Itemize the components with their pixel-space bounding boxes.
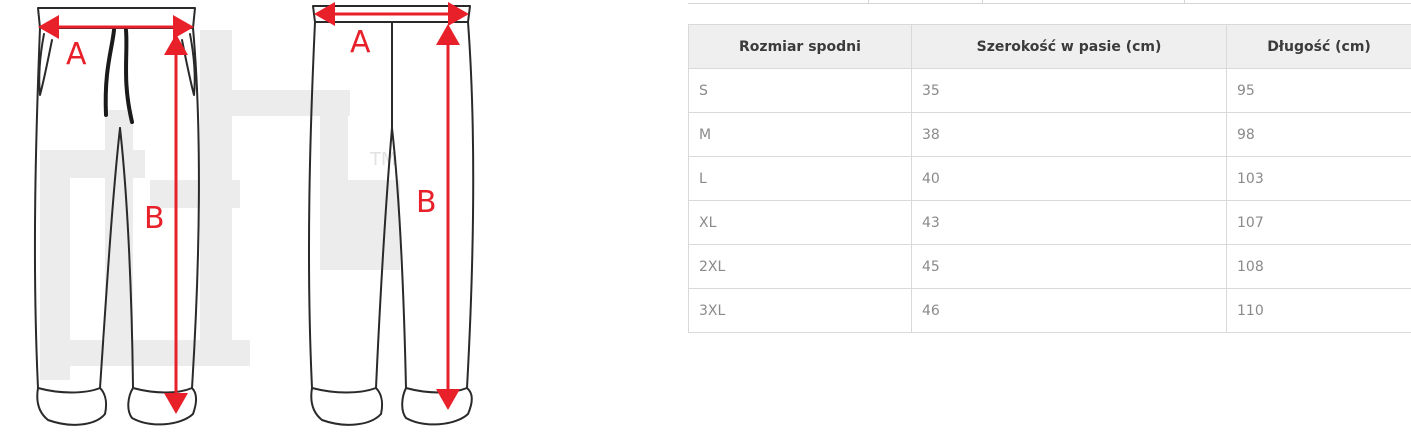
cell-size: 3XL (688, 288, 912, 333)
table-row: L 40 103 (688, 156, 1411, 201)
size-table: Rozmiar spodni Szerokość w pasie (cm) Dł… (688, 24, 1411, 333)
watermark-tm: TM (369, 149, 397, 170)
previous-table-edge (688, 0, 1411, 4)
back-label-a: A (350, 25, 371, 60)
table-row: M 38 98 (688, 112, 1411, 157)
cell-waist-width: 38 (911, 112, 1227, 157)
header-waist-width: Szerokość w pasie (cm) (911, 24, 1227, 69)
cell-length: 98 (1226, 112, 1411, 157)
cell-size: XL (688, 200, 912, 245)
header-size: Rozmiar spodni (688, 24, 912, 69)
header-length: Długość (cm) (1226, 24, 1411, 69)
front-label-b: B (144, 201, 165, 236)
logo-watermark (40, 30, 400, 380)
drawstring (103, 28, 134, 124)
table-row: 3XL 46 110 (688, 288, 1411, 333)
table-row: XL 43 107 (688, 200, 1411, 245)
table-row: 2XL 45 108 (688, 244, 1411, 289)
pants-size-illustration: TM A B A B (33, 2, 475, 426)
cell-length: 95 (1226, 68, 1411, 113)
cell-waist-width: 43 (911, 200, 1227, 245)
cell-size: 2XL (688, 244, 912, 289)
front-label-a: A (66, 37, 87, 72)
cell-size: L (688, 156, 912, 201)
cell-waist-width: 46 (911, 288, 1227, 333)
cell-size: M (688, 112, 912, 157)
cell-waist-width: 35 (911, 68, 1227, 113)
cell-length: 110 (1226, 288, 1411, 333)
cell-length: 108 (1226, 244, 1411, 289)
cell-waist-width: 40 (911, 156, 1227, 201)
table-header-row: Rozmiar spodni Szerokość w pasie (cm) Dł… (688, 24, 1411, 69)
cell-length: 103 (1226, 156, 1411, 201)
cell-size: S (688, 68, 912, 113)
back-label-b: B (416, 185, 437, 220)
cell-waist-width: 45 (911, 244, 1227, 289)
table-row: S 35 95 (688, 68, 1411, 113)
cell-length: 107 (1226, 200, 1411, 245)
